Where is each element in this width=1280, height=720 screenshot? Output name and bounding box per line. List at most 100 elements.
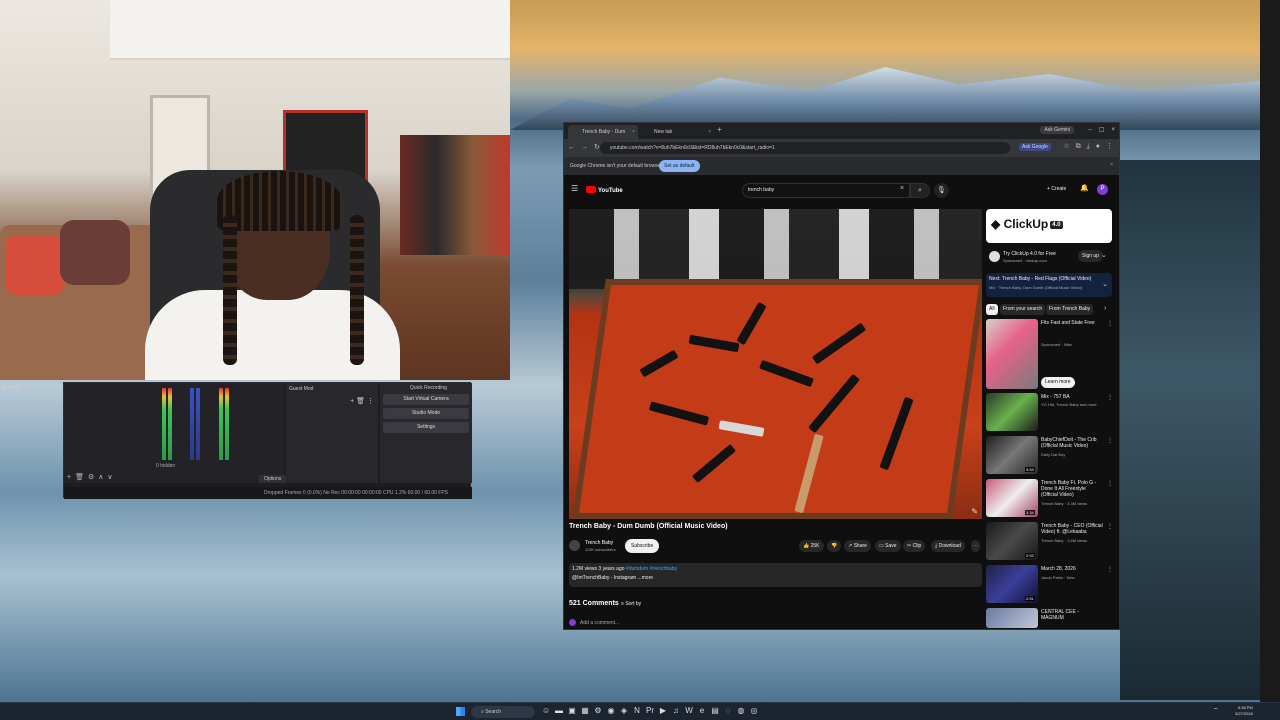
search-icon[interactable]: ⌕ bbox=[910, 183, 930, 198]
notion-icon[interactable]: N bbox=[633, 706, 641, 715]
more-icon[interactable]: ⋮ bbox=[1107, 480, 1113, 487]
taskbar-clock[interactable]: 5:38 PM 3/27/2026 bbox=[1235, 705, 1253, 717]
person-icon[interactable]: ☺ bbox=[542, 706, 550, 715]
extensions-icon[interactable]: ⧉ bbox=[1076, 143, 1081, 150]
list-item[interactable]: 2:51 March 28, 2026 Jacob Parks · New ⋮ bbox=[986, 565, 1116, 605]
more-icon[interactable]: ⋮ bbox=[1107, 566, 1113, 573]
video-player[interactable]: ✎ bbox=[569, 209, 982, 519]
premiere-icon[interactable]: Pr bbox=[646, 706, 654, 715]
dislike-button[interactable]: 👎 bbox=[827, 540, 842, 552]
set-default-button[interactable]: Set as default bbox=[659, 160, 700, 172]
clip-button[interactable]: ✂ Clip bbox=[903, 540, 926, 552]
back-icon[interactable]: ← bbox=[568, 144, 575, 151]
windows-start-icon[interactable] bbox=[456, 707, 465, 716]
folder-icon[interactable]: ▣ bbox=[568, 706, 576, 715]
avatar[interactable]: P bbox=[1097, 184, 1108, 195]
create-button[interactable]: + Create bbox=[1047, 186, 1066, 192]
search-input[interactable]: trench baby bbox=[742, 183, 910, 198]
ad-banner[interactable]: ◆ ClickUp 4.0 bbox=[986, 209, 1112, 243]
start-virtual-camera-button[interactable]: Start Virtual Camera bbox=[383, 394, 469, 405]
settings-icon[interactable]: ⚙ bbox=[594, 706, 602, 715]
sort-by-button[interactable]: ≡ Sort by bbox=[621, 601, 641, 607]
hashtags[interactable]: #dumdum #trenchbaby bbox=[626, 566, 677, 572]
description-box[interactable]: 1.2M views 3 years ago #dumdum #trenchba… bbox=[569, 563, 982, 587]
studio-mode-button[interactable]: Studio Mode bbox=[383, 408, 469, 419]
subscribe-button[interactable]: Subscribe bbox=[625, 539, 660, 553]
add-icon[interactable]: + bbox=[350, 398, 354, 405]
ask-google-button[interactable]: Ask Google bbox=[1019, 143, 1051, 151]
file-explorer-icon[interactable]: ▬ bbox=[555, 706, 563, 715]
chevron-down-icon[interactable]: ⌄ bbox=[1102, 280, 1108, 288]
chevron-right-icon[interactable]: › bbox=[1104, 305, 1106, 312]
forward-icon[interactable]: → bbox=[581, 144, 588, 151]
tab-new[interactable]: New tab × bbox=[640, 125, 714, 139]
up-next-box[interactable]: Next: Trench Baby - Red Flags (Official … bbox=[986, 273, 1112, 297]
close-icon[interactable]: × bbox=[1110, 162, 1113, 168]
learn-more-button[interactable]: Learn more bbox=[1041, 377, 1075, 388]
list-item[interactable]: Fits Fast and State Free Sponsored · Nik… bbox=[986, 319, 1116, 389]
menu-icon[interactable]: ⋮ bbox=[1106, 143, 1113, 150]
obs-icon[interactable]: ◉ bbox=[607, 706, 615, 715]
clear-search-icon[interactable]: × bbox=[900, 185, 904, 192]
download-button[interactable]: ⤓ Download bbox=[931, 540, 965, 552]
tab-youtube[interactable]: Trench Baby - Dum Dumb × bbox=[568, 125, 638, 149]
taskview-icon[interactable]: ▦ bbox=[581, 706, 589, 715]
chip-from-your-search[interactable]: From your search bbox=[1000, 304, 1046, 315]
ad-title[interactable]: Try ClickUp 4.0 for Free bbox=[1003, 251, 1056, 257]
download-icon[interactable]: ⤓ bbox=[1087, 143, 1090, 150]
close-icon[interactable]: × bbox=[708, 125, 711, 139]
bell-icon[interactable]: 🔔 bbox=[1080, 184, 1089, 192]
like-button[interactable]: 👍 25K bbox=[799, 540, 824, 552]
list-item[interactable]: CENTRAL CEE - MAGNUM bbox=[986, 608, 1116, 628]
chip-all[interactable]: All bbox=[986, 304, 998, 315]
ask-gemini-button[interactable]: Ask Gemini bbox=[1040, 126, 1074, 134]
more-actions-icon[interactable]: ⋯ bbox=[971, 540, 980, 552]
list-item[interactable]: 2:53 Trench Baby - CEO (Official Video) … bbox=[986, 522, 1116, 562]
share-button[interactable]: ↗ Share bbox=[844, 540, 871, 552]
add-icon[interactable]: + bbox=[67, 474, 71, 481]
profile-icon[interactable]: ● bbox=[1096, 143, 1100, 150]
sign-up-button[interactable]: Sign up bbox=[1078, 250, 1103, 262]
close-icon[interactable]: × bbox=[632, 125, 635, 139]
trash-icon[interactable]: 🗑 bbox=[356, 398, 365, 405]
save-button[interactable]: ▭ Save bbox=[875, 540, 901, 552]
minimize-icon[interactable]: – bbox=[1088, 127, 1091, 133]
taskbar-search[interactable]: ⌕ Search bbox=[471, 706, 535, 718]
firefox-icon[interactable]: ◌ bbox=[724, 706, 732, 715]
edge-icon[interactable]: e bbox=[698, 706, 706, 715]
options-button[interactable]: Options bbox=[259, 475, 287, 483]
list-item[interactable]: Mix - 757 BA YG Hitt, Trench Baby and mo… bbox=[986, 393, 1116, 433]
capcut-icon[interactable]: ◈ bbox=[620, 706, 628, 715]
new-tab-icon[interactable]: + bbox=[717, 125, 722, 134]
word-icon[interactable]: W bbox=[685, 706, 693, 715]
more-icon[interactable]: ⋮ bbox=[367, 398, 374, 405]
show-more-link[interactable]: ...more bbox=[637, 575, 653, 581]
youtube-logo[interactable]: YouTube bbox=[586, 186, 623, 194]
list-item[interactable]: 3:34 Trench Baby Ft. Polo G - Done It Al… bbox=[986, 479, 1116, 519]
channel-name[interactable]: Trench Baby bbox=[585, 540, 613, 546]
more-icon[interactable]: ⋮ bbox=[1107, 437, 1113, 444]
discord-icon[interactable]: ◍ bbox=[737, 706, 745, 715]
more-icon[interactable]: ⋮ bbox=[1107, 320, 1113, 327]
chrome-icon[interactable]: ◎ bbox=[750, 706, 758, 715]
spotify-icon[interactable]: ♫ bbox=[672, 706, 680, 715]
desktop-shortcut[interactable]: ▣ ▣ ▣ bbox=[2, 384, 60, 404]
microphone-icon[interactable]: 🎙 bbox=[934, 183, 949, 198]
terminal-icon[interactable]: ▶ bbox=[659, 706, 667, 715]
reload-icon[interactable]: ↻ bbox=[594, 144, 600, 151]
channel-avatar[interactable] bbox=[569, 540, 580, 551]
settings-button[interactable]: Settings bbox=[383, 422, 469, 433]
chevron-down-icon[interactable]: ∨ bbox=[107, 474, 112, 481]
trash-icon[interactable]: 🗑 bbox=[75, 474, 84, 481]
more-icon[interactable]: ⋮ bbox=[1107, 523, 1113, 530]
url-input[interactable]: youtube.com/watch?v=8uh7bEkn0c0&list=RD8… bbox=[600, 142, 1010, 154]
hamburger-icon[interactable]: ☰ bbox=[571, 184, 578, 193]
star-icon[interactable]: ☆ bbox=[1063, 143, 1069, 150]
more-icon[interactable]: ⋮ bbox=[1107, 394, 1113, 401]
store-icon[interactable]: ▤ bbox=[711, 706, 719, 715]
chevron-down-icon[interactable]: ⌄ bbox=[1101, 251, 1107, 259]
close-window-icon[interactable]: × bbox=[1111, 127, 1115, 133]
chevron-up-icon[interactable]: ∧ bbox=[98, 474, 103, 481]
chip-from-trench-baby[interactable]: From Trench Baby bbox=[1046, 304, 1094, 315]
add-comment-input[interactable]: Add a comment... bbox=[569, 619, 619, 626]
